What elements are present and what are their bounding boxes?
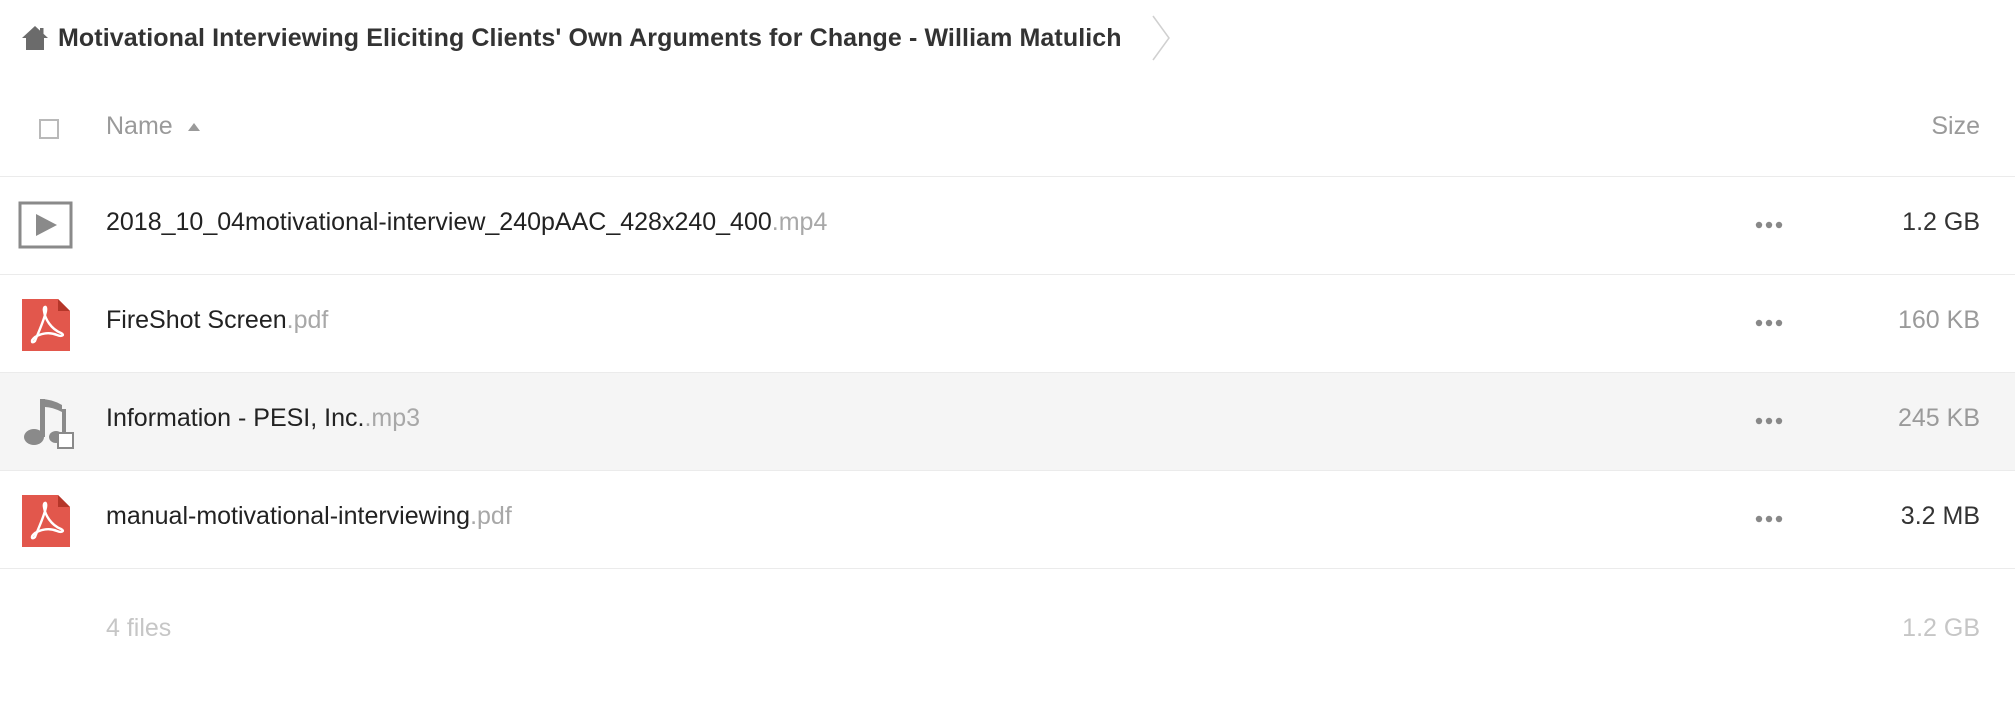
file-name[interactable]: FireShot Screen.pdf: [106, 306, 328, 335]
more-options-icon[interactable]: [1755, 507, 1783, 531]
file-list: 2018_10_04motivational-interview_240pAAC…: [0, 177, 2015, 569]
file-name[interactable]: manual-motivational-interviewing.pdf: [106, 502, 512, 531]
audio-file-icon: [18, 393, 74, 451]
more-options-icon[interactable]: [1755, 409, 1783, 433]
file-name[interactable]: 2018_10_04motivational-interview_240pAAC…: [106, 208, 827, 237]
breadcrumb-current-folder[interactable]: Motivational Interviewing Eliciting Clie…: [58, 24, 1122, 53]
pdf-file-icon: [18, 491, 74, 549]
file-size: 1.2 GB: [1902, 208, 1980, 236]
file-extension: .pdf: [470, 502, 512, 530]
file-extension: .mp4: [771, 208, 828, 236]
sort-ascending-icon: [187, 122, 200, 131]
summary-footer: 4 files 1.2 GB: [0, 590, 2015, 670]
file-size: 3.2 MB: [1900, 502, 1980, 530]
file-extension: .pdf: [286, 306, 329, 334]
file-count: 4 files: [106, 614, 172, 642]
file-name[interactable]: Information - PESI, Inc..mp3: [106, 404, 420, 433]
file-extension: .mp3: [364, 404, 421, 432]
select-all-checkbox[interactable]: [39, 119, 59, 139]
video-file-icon: [18, 197, 74, 255]
table-row[interactable]: FireShot Screen.pdf 160 KB: [0, 275, 2015, 373]
breadcrumb: Motivational Interviewing Eliciting Clie…: [0, 0, 1172, 76]
column-header-size[interactable]: Size: [1931, 112, 1980, 141]
table-row[interactable]: manual-motivational-interviewing.pdf 3.2…: [0, 471, 2015, 569]
file-size: 245 KB: [1897, 404, 1980, 432]
more-options-icon[interactable]: [1755, 213, 1783, 237]
total-size: 1.2 GB: [1902, 614, 1980, 642]
home-icon[interactable]: [20, 24, 50, 52]
table-row[interactable]: Information - PESI, Inc..mp3 245 KB: [0, 373, 2015, 471]
more-options-icon[interactable]: [1755, 311, 1783, 335]
column-header-name[interactable]: Name: [106, 112, 201, 141]
table-row[interactable]: 2018_10_04motivational-interview_240pAAC…: [0, 177, 2015, 275]
table-header: Name Size: [0, 88, 2015, 177]
breadcrumb-separator-icon: [1152, 15, 1170, 61]
column-header-name-label: Name: [106, 112, 173, 140]
file-size: 160 KB: [1897, 306, 1980, 334]
pdf-file-icon: [18, 295, 74, 353]
